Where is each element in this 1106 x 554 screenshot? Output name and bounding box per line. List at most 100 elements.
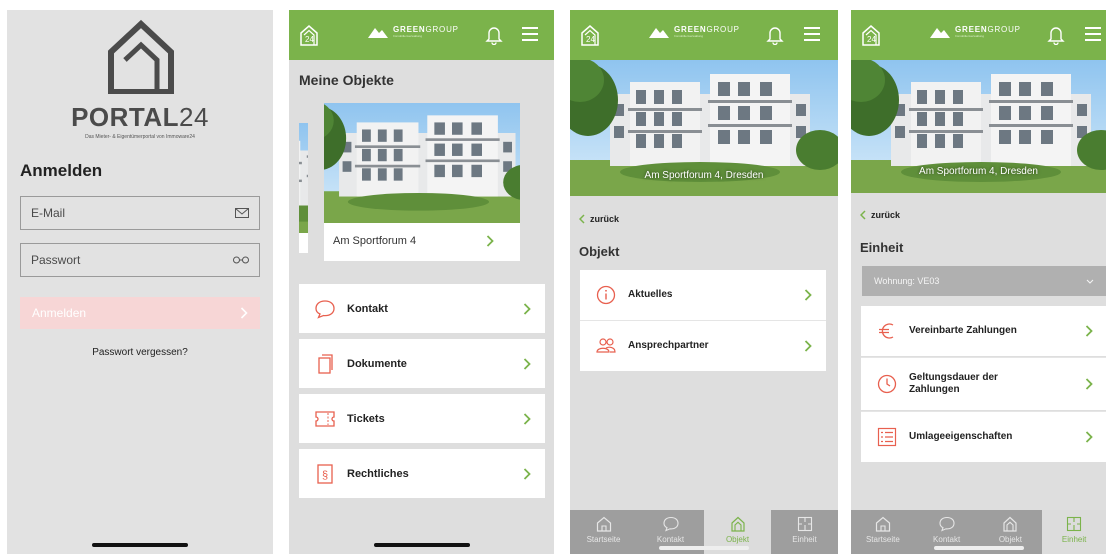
- chevron-left-icon: [860, 210, 866, 220]
- email-input[interactable]: [31, 206, 211, 220]
- hero-caption: Am Sportforum 4, Dresden: [919, 166, 1038, 177]
- back-label: zurück: [871, 210, 901, 220]
- forgot-password-link[interactable]: Passwort vergessen?: [7, 347, 273, 358]
- chevron-right-icon: [804, 289, 812, 301]
- key-icon: [233, 256, 249, 264]
- app-home-logo-icon[interactable]: 24: [580, 24, 600, 46]
- greengroup-brand-logo: GREENGROUP Immobilienverwaltung: [648, 25, 740, 39]
- bottom-tab-bar: Startseite Kontakt Objekt Einheit: [570, 510, 838, 554]
- home-indicator: [92, 543, 188, 547]
- password-input[interactable]: [31, 253, 211, 267]
- clock-icon: [877, 374, 897, 394]
- login-title: Anmelden: [20, 161, 103, 180]
- menu-item-geltungsdauer[interactable]: Geltungsdauer der Zahlungen: [861, 358, 1106, 410]
- tab-einheit[interactable]: Einheit: [1042, 510, 1106, 554]
- unit-select-value: Wohnung: VE03: [874, 276, 940, 286]
- menu-item-kontakt[interactable]: Kontakt: [299, 284, 545, 333]
- chevron-right-icon: [523, 303, 531, 315]
- hamburger-menu-icon[interactable]: [522, 27, 538, 41]
- bell-icon[interactable]: [485, 25, 503, 45]
- app-home-logo-icon[interactable]: 24: [861, 24, 881, 46]
- home-indicator: [933, 546, 1024, 550]
- greengroup-brand-logo: GREENGROUP Immobilienverwaltung: [929, 25, 1021, 39]
- hamburger-menu-icon[interactable]: [1085, 27, 1101, 41]
- menu-item-label: Dokumente: [347, 357, 407, 370]
- menu-item-rechtliches[interactable]: § Rechtliches: [299, 449, 545, 498]
- bell-icon[interactable]: [1047, 25, 1065, 45]
- chat-bubble-icon: [939, 516, 955, 532]
- tab-startseite[interactable]: Startseite: [851, 510, 915, 554]
- menu-item-label: Geltungsdauer der Zahlungen: [909, 372, 998, 395]
- menu-item-label: Rechtliches: [347, 467, 409, 480]
- password-field[interactable]: [20, 243, 260, 277]
- chevron-right-icon: [523, 468, 531, 480]
- property-hero-image: Am Sportforum 4, Dresden: [570, 60, 838, 196]
- back-button[interactable]: zurück: [860, 210, 900, 220]
- portal24-logo-icon: [108, 19, 174, 94]
- login-screen: PORTAL24 Das Mieter- & Eigentümerportal …: [7, 10, 273, 554]
- unit-select-dropdown[interactable]: Wohnung: VE03: [862, 266, 1106, 296]
- chevron-right-icon: [240, 307, 248, 319]
- greengroup-house-icon: [930, 28, 950, 38]
- chevron-right-icon: [1085, 431, 1093, 443]
- paragraph-icon: §: [317, 463, 333, 484]
- bell-icon[interactable]: [766, 25, 784, 45]
- app-home-logo-icon[interactable]: 24: [299, 24, 319, 46]
- property-image: [324, 103, 520, 223]
- home-indicator: [373, 543, 470, 547]
- tab-label: Kontakt: [656, 535, 685, 544]
- info-icon: [596, 285, 616, 305]
- home-icon: [875, 516, 890, 532]
- menu-item-label: Aktuelles: [628, 289, 673, 300]
- menu-item-label: Tickets: [347, 412, 385, 425]
- tab-startseite[interactable]: Startseite: [570, 510, 637, 554]
- ticket-icon: [315, 410, 335, 427]
- tab-label: Einheit: [1061, 535, 1087, 544]
- chevron-left-icon: [579, 214, 585, 224]
- login-button-label: Anmelden: [32, 306, 87, 320]
- hero-caption: Am Sportforum 4, Dresden: [644, 170, 764, 181]
- chevron-right-icon: [486, 235, 494, 247]
- app-header: 24 GREENGROUP Immobilienverwaltung: [570, 10, 838, 60]
- menu-item-tickets[interactable]: Tickets: [299, 394, 545, 443]
- menu-item-dokumente[interactable]: Dokumente: [299, 339, 545, 388]
- euro-icon: [879, 323, 894, 339]
- app-header: 24 GREENGROUP Immobilienverwaltung: [851, 10, 1106, 60]
- tab-label: Startseite: [586, 535, 621, 544]
- email-field[interactable]: [20, 196, 260, 230]
- bottom-tab-bar: Startseite Kontakt Objekt Einheit: [851, 510, 1106, 554]
- previous-property-card-peek[interactable]: [299, 123, 308, 253]
- building-icon: [730, 516, 745, 532]
- tab-label: Kontakt: [933, 535, 961, 544]
- chevron-right-icon: [523, 358, 531, 370]
- menu-item-ansprechpartner[interactable]: Ansprechpartner: [580, 321, 826, 371]
- chevron-right-icon: [1085, 325, 1093, 337]
- floorplan-icon: [1067, 516, 1082, 532]
- tab-label: Startseite: [865, 535, 900, 544]
- floorplan-icon: [797, 516, 812, 532]
- menu-item-label: Umlageeigenschaften: [909, 431, 1013, 442]
- mail-icon: [235, 208, 249, 218]
- tab-label: Objekt: [998, 535, 1022, 544]
- home-indicator: [659, 546, 749, 550]
- tab-einheit[interactable]: Einheit: [771, 510, 838, 554]
- property-card[interactable]: Am Sportforum 4: [324, 103, 520, 261]
- back-label: zurück: [590, 214, 620, 224]
- login-button[interactable]: Anmelden: [20, 297, 260, 329]
- back-button[interactable]: zurück: [579, 214, 619, 224]
- chat-bubble-icon: [662, 516, 679, 532]
- people-icon: [596, 338, 616, 353]
- page-title: Meine Objekte: [299, 72, 394, 88]
- chevron-right-icon: [804, 340, 812, 352]
- menu-item-vereinbarte-zahlungen[interactable]: Vereinbarte Zahlungen: [861, 306, 1106, 356]
- menu-item-umlageeigenschaften[interactable]: Umlageeigenschaften: [861, 412, 1106, 462]
- property-card-label: Am Sportforum 4: [333, 235, 417, 247]
- chat-bubble-icon: [315, 299, 335, 319]
- menu-item-aktuelles[interactable]: Aktuelles: [580, 270, 826, 320]
- unit-screen: 24 GREENGROUP Immobilienverwaltung Am Spo…: [851, 10, 1106, 554]
- section-title: Objekt: [579, 244, 620, 259]
- greengroup-house-icon: [649, 28, 669, 38]
- tab-label: Einheit: [792, 535, 817, 544]
- hamburger-menu-icon[interactable]: [804, 27, 820, 41]
- documents-icon: [318, 353, 333, 374]
